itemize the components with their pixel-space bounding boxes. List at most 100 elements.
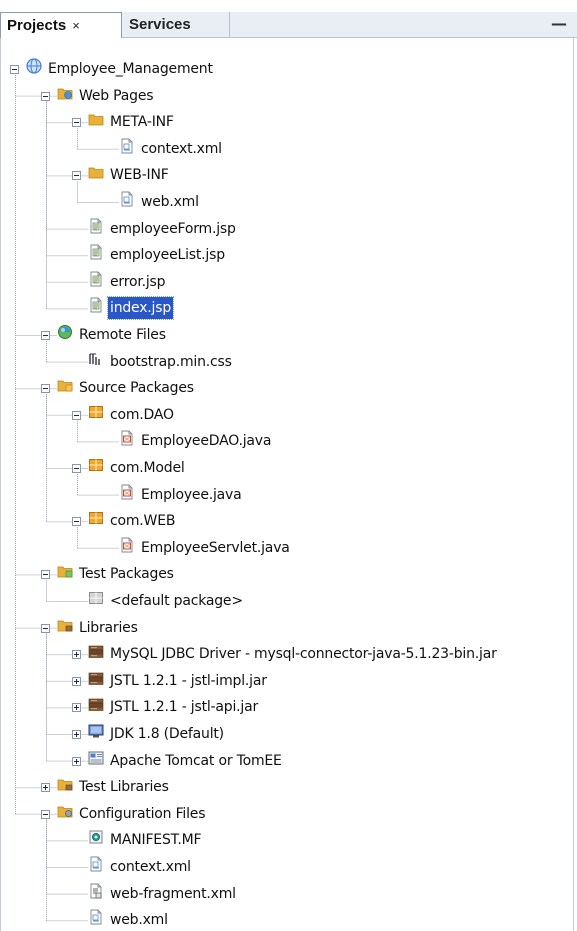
tree-node[interactable]: web.xml	[0, 909, 577, 931]
tree-node[interactable]: Remote Files	[0, 324, 577, 346]
tree-node-label[interactable]: com.DAO	[110, 404, 174, 426]
tree-node[interactable]: Test Packages	[0, 563, 577, 585]
tree-node[interactable]: <default package>	[0, 590, 577, 612]
tree-node-label[interactable]: Apache Tomcat or TomEE	[110, 750, 282, 772]
tree-node-label[interactable]: JSTL 1.2.1 - jstl-impl.jar	[110, 670, 267, 692]
tree-node-label[interactable]: JDK 1.8 (Default)	[110, 723, 224, 745]
expand-toggle-icon[interactable]	[72, 756, 81, 766]
tab-services[interactable]: Services	[122, 12, 230, 38]
expand-toggle-icon[interactable]	[72, 703, 81, 713]
remote-files-icon	[58, 325, 72, 339]
tree-node-label[interactable]: employeeList.jsp	[110, 244, 225, 266]
tree-node-label[interactable]: web-fragment.xml	[110, 883, 236, 905]
tree-node[interactable]: Employee_Management	[0, 58, 577, 80]
tree-node-label[interactable]: MANIFEST.MF	[110, 829, 202, 851]
collapse-toggle-icon[interactable]	[72, 118, 81, 128]
jdk-monitor-icon	[88, 724, 104, 738]
tree-node[interactable]: MANIFEST.MF	[0, 829, 577, 851]
libraries-folder-icon	[57, 620, 73, 631]
tree-node-label[interactable]: WEB-INF	[110, 164, 169, 186]
tree-node-label[interactable]: Configuration Files	[79, 803, 206, 825]
tab-projects[interactable]: Projects ×	[0, 12, 122, 38]
tree-node-label[interactable]: JSTL 1.2.1 - jstl-api.jar	[110, 696, 258, 718]
expand-toggle-icon[interactable]	[41, 783, 50, 793]
tree-node-label[interactable]: com.WEB	[110, 510, 175, 532]
tree-node-label[interactable]: Test Libraries	[79, 776, 169, 798]
tree-node[interactable]: Source Packages	[0, 377, 577, 399]
tree-node[interactable]: employeeList.jsp	[0, 244, 577, 266]
collapse-toggle-icon[interactable]	[41, 623, 50, 633]
tree-node[interactable]: EmployeeDAO.java	[0, 430, 577, 452]
expand-toggle-icon[interactable]	[72, 730, 81, 739]
tree-node-label[interactable]: employeeForm.jsp	[110, 218, 236, 240]
tree-node[interactable]: EmployeeServlet.java	[0, 537, 577, 559]
tree-node-label[interactable]: bootstrap.min.css	[110, 351, 232, 373]
tree-node[interactable]: MySQL JDBC Driver - mysql-connector-java…	[0, 643, 577, 665]
tree-node-label[interactable]: index.jsp	[106, 296, 175, 321]
tree-node-label[interactable]: web.xml	[141, 191, 199, 213]
xml-file-icon	[121, 191, 133, 207]
tree-node-label[interactable]: MySQL JDBC Driver - mysql-connector-java…	[110, 643, 497, 665]
tree-node-label[interactable]: com.Model	[110, 457, 185, 479]
package-icon	[89, 459, 103, 471]
tree-node[interactable]: JDK 1.8 (Default)	[0, 723, 577, 745]
tree-node[interactable]: Employee.java	[0, 484, 577, 506]
tree-node-label[interactable]: Remote Files	[79, 324, 166, 346]
expand-toggle-icon[interactable]	[72, 676, 81, 686]
tree-node[interactable]: Libraries	[0, 617, 577, 639]
tree-node[interactable]: Apache Tomcat or TomEE	[0, 750, 577, 772]
tree-node-label[interactable]: EmployeeDAO.java	[141, 430, 271, 452]
tree-node[interactable]: META-INF	[0, 111, 577, 133]
tree-node[interactable]: index.jsp	[0, 296, 577, 321]
tree-node[interactable]: com.WEB	[0, 510, 577, 532]
tree-node[interactable]: com.Model	[0, 457, 577, 479]
tree-node[interactable]: JSTL 1.2.1 - jstl-impl.jar	[0, 670, 577, 692]
xml-file-icon	[90, 909, 102, 925]
project-globe-icon	[26, 58, 42, 74]
tree-node[interactable]: employeeForm.jsp	[0, 218, 577, 240]
tree-node[interactable]: context.xml	[0, 138, 577, 160]
tree-node[interactable]: Configuration Files	[0, 803, 577, 825]
minimize-icon[interactable]: —	[551, 16, 567, 32]
tree-node[interactable]: bootstrap.min.css	[0, 351, 577, 373]
tree-node-label[interactable]: Test Packages	[79, 563, 174, 585]
tree-node-label[interactable]: error.jsp	[110, 271, 166, 293]
tree-node-label[interactable]: context.xml	[141, 138, 222, 160]
collapse-toggle-icon[interactable]	[72, 517, 81, 527]
expand-toggle-icon[interactable]	[72, 650, 81, 660]
tree-node-label[interactable]: Employee.java	[141, 484, 242, 506]
tree-node[interactable]: web-fragment.xml	[0, 883, 577, 905]
tree-node-label[interactable]: web.xml	[110, 909, 168, 931]
collapse-toggle-icon[interactable]	[41, 331, 50, 340]
tree-node-label[interactable]: Libraries	[79, 617, 138, 639]
tree-node-label[interactable]: EmployeeServlet.java	[141, 537, 290, 559]
close-icon[interactable]: ×	[72, 18, 80, 33]
tree-node-label[interactable]: Web Pages	[79, 85, 154, 107]
jsp-file-icon	[90, 271, 102, 287]
tree-node-label[interactable]: META-INF	[110, 111, 174, 133]
tree-node-label[interactable]: Employee_Management	[48, 58, 213, 80]
test-libraries-folder-icon	[57, 779, 73, 791]
collapse-toggle-icon[interactable]	[41, 384, 50, 394]
tree-node[interactable]: Test Libraries	[0, 776, 577, 798]
collapse-toggle-icon[interactable]	[41, 809, 50, 819]
tree-node[interactable]: WEB-INF	[0, 164, 577, 186]
collapse-toggle-icon[interactable]	[41, 570, 50, 580]
collapse-toggle-icon[interactable]	[72, 171, 81, 181]
tree-node[interactable]: JSTL 1.2.1 - jstl-api.jar	[0, 696, 577, 718]
tree-node-label[interactable]: context.xml	[110, 856, 191, 878]
tree-node-label[interactable]: Source Packages	[79, 377, 194, 399]
jsp-file-icon	[90, 244, 102, 260]
collapse-toggle-icon[interactable]	[41, 91, 50, 101]
tree-node-label[interactable]: <default package>	[110, 590, 243, 612]
tree-node[interactable]: error.jsp	[0, 271, 577, 293]
collapse-toggle-icon[interactable]	[10, 65, 19, 74]
tree-node[interactable]: com.DAO	[0, 404, 577, 426]
collapse-toggle-icon[interactable]	[72, 464, 81, 473]
collapse-toggle-icon[interactable]	[72, 410, 81, 420]
empty-package-icon	[89, 592, 103, 604]
tree-node[interactable]: Web Pages	[0, 85, 577, 107]
tree-node[interactable]: context.xml	[0, 856, 577, 878]
tree-node[interactable]: web.xml	[0, 191, 577, 213]
manifest-file-icon	[89, 830, 103, 844]
